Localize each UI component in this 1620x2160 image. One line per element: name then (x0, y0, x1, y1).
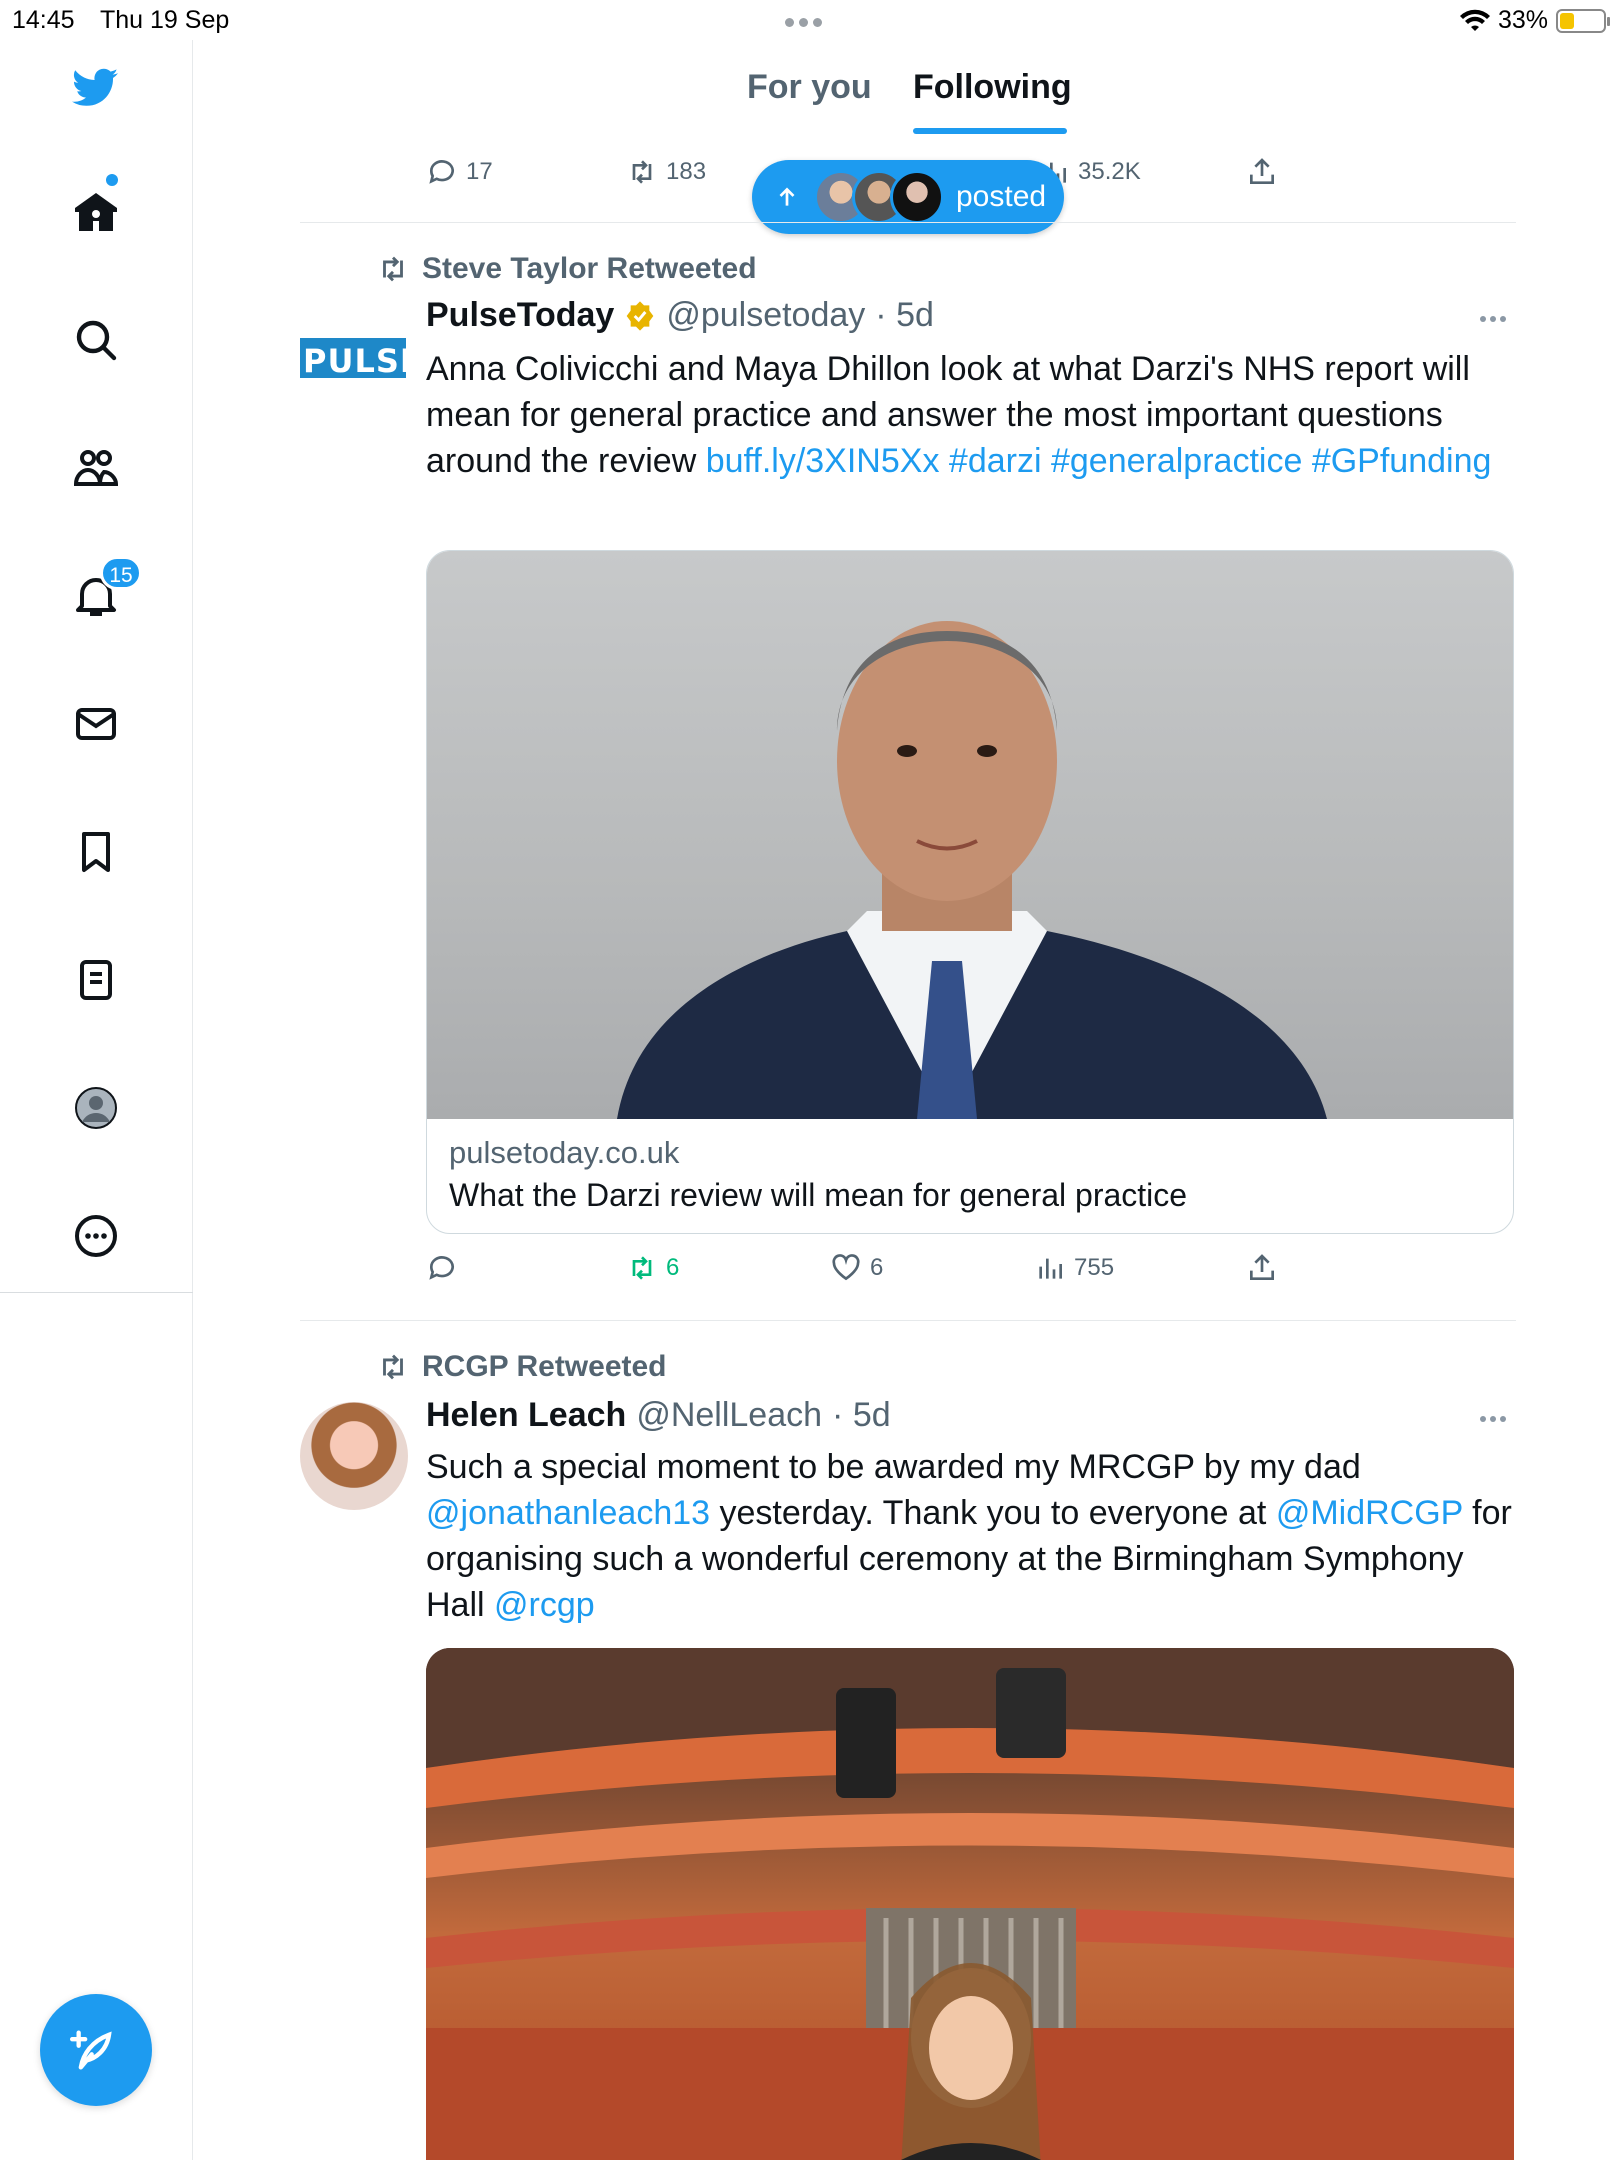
tweet-time[interactable]: · 5d (875, 296, 934, 335)
tweet-text: Anna Colivicchi and Maya Dhillon look at… (426, 346, 1516, 484)
author-avatar[interactable] (300, 1402, 408, 1510)
card-title: What the Darzi review will mean for gene… (449, 1177, 1188, 1213)
like-button[interactable]: 6 (830, 1252, 883, 1284)
retweeted-by-text: RCGP Retweeted (422, 1350, 667, 1383)
author-handle[interactable]: @pulsetoday (666, 296, 865, 335)
retweet-icon (632, 1256, 652, 1280)
hashtag[interactable]: #darzi (949, 442, 1042, 480)
tweet-more-icon[interactable] (1480, 1416, 1510, 1422)
active-tab-indicator (913, 128, 1067, 134)
timeline-tabs: For you Following (350, 40, 1570, 140)
tweet-link[interactable]: buff.ly/3XIN5Xx (706, 442, 940, 480)
retweet-count: 183 (666, 158, 707, 185)
more-options-icon[interactable] (68, 1208, 124, 1264)
twitter-logo-icon[interactable] (68, 60, 124, 116)
multitask-dots-icon[interactable] (785, 18, 822, 27)
retweet-button[interactable]: 183 (626, 156, 706, 188)
battery-icon (1556, 8, 1610, 33)
concert-hall-illustration (426, 1648, 1514, 2160)
retweet-count: 6 (666, 1254, 680, 1281)
author-name[interactable]: Helen Leach (426, 1396, 626, 1435)
messages-icon[interactable] (68, 696, 124, 752)
tweet-text-part: Such a special moment to be awarded my M… (426, 1448, 1361, 1486)
status-date: Thu 19 Sep (100, 6, 230, 34)
card-meta: pulsetoday.co.uk What the Darzi review w… (427, 1119, 1513, 1230)
communities-icon[interactable] (68, 440, 124, 496)
retweeted-by-line[interactable]: Steve Taylor Retweeted (376, 252, 757, 286)
retweeted-by-text: Steve Taylor Retweeted (422, 252, 757, 285)
views-count: 755 (1074, 1254, 1115, 1281)
hashtag[interactable]: #generalpractice (1051, 442, 1302, 480)
compose-feather-icon (70, 2030, 112, 2070)
sidebar: 15 (0, 40, 193, 2160)
home-icon[interactable] (68, 184, 124, 240)
pill-label: posted (956, 180, 1047, 213)
reply-icon (429, 160, 454, 184)
hashtag[interactable]: #GPfunding (1312, 442, 1492, 480)
tweet-more-icon[interactable] (1480, 316, 1510, 322)
tweet-text-part: yesterday. Thank you to everyone at (710, 1494, 1276, 1532)
retweet-button[interactable]: 6 (626, 1252, 679, 1284)
retweet-icon (383, 1354, 403, 1380)
tweet-time[interactable]: · 5d (832, 1396, 891, 1435)
home-notification-dot (106, 174, 118, 186)
share-icon (1250, 1254, 1274, 1280)
notifications-badge: 15 (100, 556, 142, 590)
mention[interactable]: @jonathanleach13 (426, 1494, 710, 1532)
tweet-text: Such a special moment to be awarded my M… (426, 1444, 1516, 1628)
tweet-header: Helen Leach @NellLeach · 5d (426, 1396, 891, 1435)
views-button[interactable]: 755 (1034, 1252, 1114, 1284)
lists-icon[interactable] (68, 952, 124, 1008)
share-icon (1250, 158, 1274, 184)
like-count: 6 (870, 1254, 884, 1281)
mention[interactable]: @MidRCGP (1276, 1494, 1463, 1532)
status-time: 14:45 (12, 6, 75, 34)
pill-avatar (890, 170, 944, 224)
link-preview-card[interactable]: pulsetoday.co.uk What the Darzi review w… (426, 550, 1514, 1234)
views-icon (1039, 1258, 1062, 1279)
bookmarks-icon[interactable] (68, 824, 124, 880)
reply-count: 17 (466, 158, 493, 185)
compose-tweet-button[interactable] (40, 1994, 152, 2106)
reply-icon (429, 1256, 454, 1280)
retweet-icon (632, 160, 652, 184)
retweeted-by-line[interactable]: RCGP Retweeted (376, 1350, 667, 1384)
author-handle[interactable]: @NellLeach (636, 1396, 822, 1435)
card-image-portrait (427, 551, 1513, 1119)
profile-avatar-icon[interactable] (68, 1080, 124, 1136)
battery-percent: 33% (1497, 6, 1548, 34)
tweet-separator (300, 222, 1516, 223)
author-name[interactable]: PulseToday (426, 296, 614, 335)
sidebar-divider (0, 1292, 193, 1293)
views-count: 35.2K (1078, 158, 1141, 185)
tweet-separator (300, 1320, 1516, 1321)
retweet-icon (383, 256, 403, 282)
card-domain: pulsetoday.co.uk (449, 1135, 680, 1170)
search-icon[interactable] (68, 312, 124, 368)
tab-for-you[interactable]: For you (747, 68, 872, 107)
reply-button[interactable] (426, 1252, 458, 1284)
reply-button[interactable]: 17 (426, 156, 493, 188)
tweet-media-image[interactable] (426, 1648, 1514, 2160)
verified-badge-icon (626, 300, 654, 331)
status-right: 33% (1459, 6, 1610, 35)
heart-icon (832, 1254, 860, 1281)
share-button[interactable] (1246, 1252, 1278, 1284)
portrait-illustration (617, 621, 1327, 1119)
tweet-actions: 6 6 755 (426, 1252, 1516, 1296)
wifi-icon (1459, 9, 1490, 31)
share-button[interactable] (1246, 156, 1278, 188)
pulse-avatar[interactable]: PULSE (300, 338, 422, 380)
arrow-up-icon (779, 187, 795, 206)
tweet-header: PulseToday @pulsetoday · 5d (426, 296, 934, 335)
tab-following[interactable]: Following (913, 68, 1072, 107)
mention[interactable]: @rcgp (494, 1586, 595, 1624)
pill-avatars (814, 170, 944, 224)
